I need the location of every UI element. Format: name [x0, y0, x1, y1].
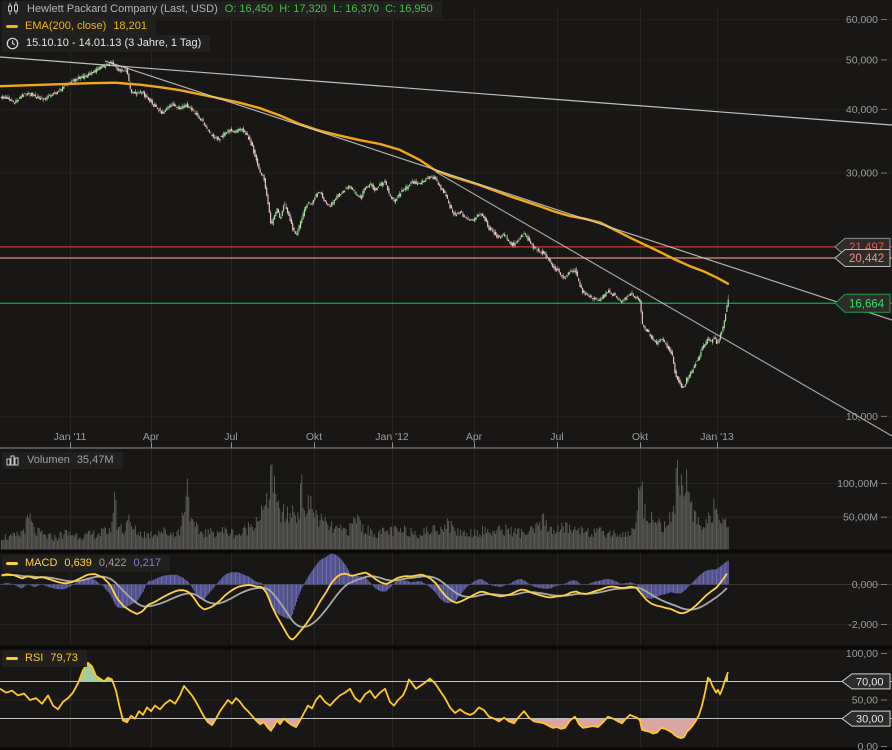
macd-line-icon — [6, 562, 18, 565]
y-axis-label: -2,000 — [848, 619, 878, 631]
macd-label: MACD — [25, 556, 57, 570]
y-axis-label: 100,00 — [846, 648, 878, 660]
ema-legend[interactable]: EMA(200, close) 18,201 — [2, 18, 156, 35]
x-axis-label: Jul — [224, 431, 237, 443]
grid-lines — [0, 8, 892, 747]
x-axis-label: Apr — [466, 431, 483, 443]
volume-value: 35,47M — [77, 453, 114, 467]
y-axis-label: 60,000 — [846, 14, 878, 26]
y-axis-label: 10,000 — [846, 411, 878, 423]
y-axis-label: 30,000 — [846, 168, 878, 180]
ema-line-icon — [6, 25, 18, 28]
axis-labels: Jan '11 Apr Jul Okt Jan '12 Apr Jul Okt Jan '13 6… — [0, 14, 892, 750]
macd-value: 0,639 — [64, 556, 92, 570]
macd-signal-value: 0,422 — [99, 556, 127, 570]
y-axis-label: 0,00 — [858, 741, 879, 750]
period-text: 15.10.10 - 14.01.13 (3 Jahre, 1 Tag) — [26, 36, 201, 50]
instrument-title: Hewlett Packard Company (Last, USD) — [27, 2, 218, 16]
x-axis-label: Apr — [143, 431, 160, 443]
rsi-line-icon — [6, 657, 18, 660]
y-axis-label: 0,000 — [852, 579, 878, 591]
y-axis-label: 40,000 — [846, 104, 878, 116]
x-axis-label: Jan '13 — [700, 431, 734, 443]
rsi-pane[interactable] — [0, 663, 892, 738]
axis-tag-label: 70,00 — [856, 676, 884, 688]
axis-tag-label: 30,00 — [856, 714, 884, 726]
x-axis-label: Jan '12 — [375, 431, 409, 443]
rsi-label: RSI — [25, 651, 43, 665]
axis-tag-label: 16,664 — [849, 298, 885, 310]
period-legend[interactable]: 15.10.10 - 14.01.13 (3 Jahre, 1 Tag) — [2, 35, 210, 52]
price-pane[interactable] — [0, 57, 892, 436]
y-axis-label: 100,00M — [837, 478, 878, 490]
x-axis-label: Okt — [306, 431, 322, 443]
y-axis-label: 50,00M — [843, 512, 878, 524]
instrument-legend[interactable]: Hewlett Packard Company (Last, USD) O: 1… — [2, 1, 442, 18]
macd-hist-value: 0,217 — [133, 556, 161, 570]
x-axis-label: Okt — [632, 431, 648, 443]
rsi-value: 79,73 — [50, 651, 78, 665]
volume-pane[interactable] — [2, 460, 729, 551]
bar-chart-icon — [6, 454, 20, 466]
axis-tag-label: 20,442 — [849, 253, 884, 265]
y-axis-label: 50,000 — [846, 54, 878, 66]
ema-value: 18,201 — [113, 19, 147, 33]
ohlc-values: O: 16,450 H: 17,320 L: 16,370 C: 16,950 — [225, 2, 433, 16]
volume-legend[interactable]: Volumen 35,47M — [2, 452, 123, 469]
x-axis-label: Jul — [550, 431, 563, 443]
candlestick-icon — [6, 2, 20, 16]
chart-application: Jan '11 Apr Jul Okt Jan '12 Apr Jul Okt Jan '13 6… — [0, 0, 892, 750]
macd-legend[interactable]: MACD 0,639 0,422 0,217 — [2, 555, 170, 572]
volume-label: Volumen — [27, 453, 70, 467]
y-axis-label: 50,00 — [852, 695, 878, 707]
x-axis-label: Jan '11 — [54, 431, 87, 443]
clock-icon — [6, 37, 19, 50]
ema-label: EMA(200, close) — [25, 19, 106, 33]
rsi-legend[interactable]: RSI 79,73 — [2, 650, 87, 667]
